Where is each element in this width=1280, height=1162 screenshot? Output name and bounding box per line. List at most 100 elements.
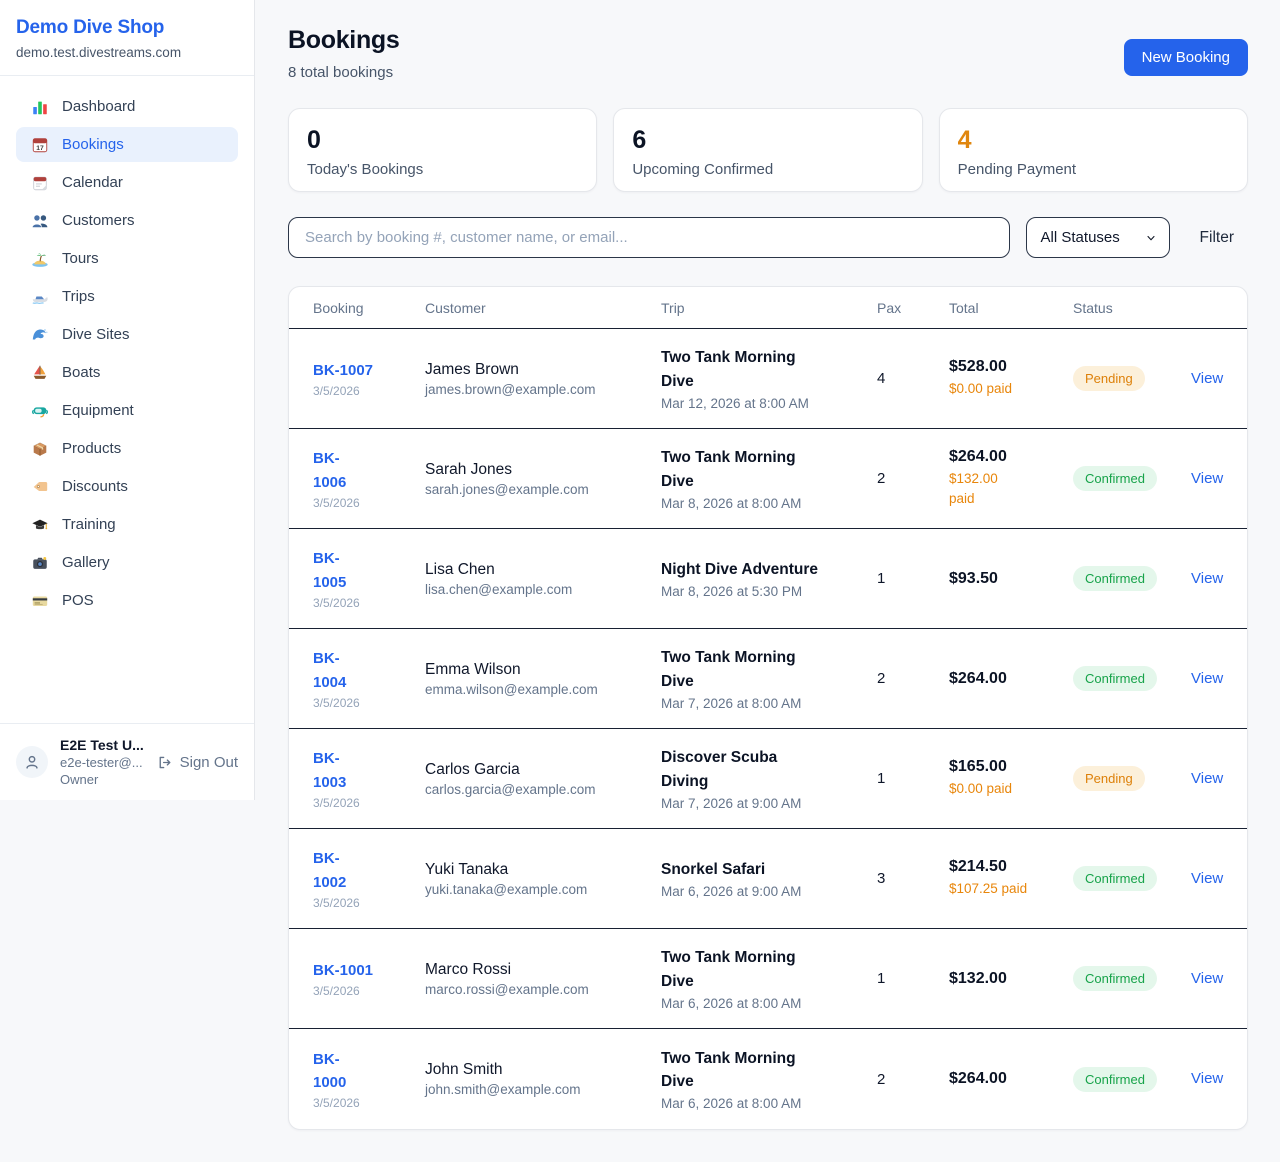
sidebar-item-gallery[interactable]: Gallery — [16, 545, 238, 580]
paid-amount: $0.00 paid — [949, 379, 1035, 399]
action-cell: View — [1191, 770, 1223, 788]
stat-label: Today's Bookings — [307, 161, 578, 178]
sidebar-item-label: Calendar — [62, 174, 123, 191]
trip-datetime: Mar 12, 2026 at 8:00 AM — [661, 396, 877, 411]
column-header-trip: Trip — [661, 300, 877, 316]
chevron-down-icon — [1145, 232, 1157, 244]
pax-cell: 3 — [877, 870, 949, 887]
search-input[interactable] — [288, 217, 1010, 258]
booking-id-link[interactable]: BK-1000 — [313, 1048, 425, 1095]
tag-icon — [30, 477, 49, 496]
total-amount: $165.00 — [949, 758, 1073, 776]
user-meta: E2E Test U... e2e-tester@... Owner — [60, 737, 144, 787]
status-badge: Confirmed — [1073, 566, 1157, 591]
customer-name: Yuki Tanaka — [425, 861, 661, 879]
page-subtitle: 8 total bookings — [288, 64, 400, 81]
sidebar-item-boats[interactable]: Boats — [16, 355, 238, 390]
sidebar-item-bookings[interactable]: 17Bookings — [16, 127, 238, 162]
status-badge: Confirmed — [1073, 466, 1157, 491]
view-link[interactable]: View — [1191, 1070, 1223, 1087]
booking-date: 3/5/2026 — [313, 496, 425, 510]
page-title: Bookings — [288, 26, 400, 55]
booking-id-link[interactable]: BK-1001 — [313, 959, 425, 982]
bar-chart-icon — [30, 97, 49, 116]
trip-name: Two Tank Morning Dive — [661, 446, 819, 493]
view-link[interactable]: View — [1191, 370, 1223, 387]
filter-row: All Statuses Filter — [288, 217, 1248, 258]
trip-cell: Two Tank Morning DiveMar 7, 2026 at 8:00… — [661, 646, 877, 711]
trip-name: Snorkel Safari — [661, 858, 819, 881]
status-select[interactable]: All Statuses — [1026, 217, 1170, 258]
sidebar-item-training[interactable]: Training — [16, 507, 238, 542]
package-icon — [30, 439, 49, 458]
booking-id-link[interactable]: BK-1004 — [313, 647, 425, 694]
table-row: BK-10013/5/2026Marco Rossimarco.rossi@ex… — [289, 929, 1247, 1029]
sidebar-item-customers[interactable]: Customers — [16, 203, 238, 238]
app-root: Demo Dive Shop demo.test.divestreams.com… — [0, 0, 1280, 1162]
pax-cell: 1 — [877, 570, 949, 587]
sidebar-item-products[interactable]: Products — [16, 431, 238, 466]
status-cell: Pending — [1073, 766, 1191, 791]
customer-cell: Yuki Tanakayuki.tanaka@example.com — [425, 861, 661, 897]
stat-value: 4 — [958, 126, 1229, 155]
sidebar-item-label: Training — [62, 516, 116, 533]
sidebar-item-equipment[interactable]: Equipment — [16, 393, 238, 428]
trip-datetime: Mar 6, 2026 at 8:00 AM — [661, 996, 877, 1011]
view-link[interactable]: View — [1191, 970, 1223, 987]
customer-name: Carlos Garcia — [425, 761, 661, 779]
booking-id-link[interactable]: BK-1002 — [313, 847, 425, 894]
paid-amount: $132.00paid — [949, 469, 1035, 508]
customer-email: james.brown@example.com — [425, 382, 661, 397]
user-section: E2E Test U... e2e-tester@... Owner Sign … — [0, 723, 254, 800]
stat-card-pending-payment: 4Pending Payment — [939, 108, 1248, 192]
booking-id-link[interactable]: BK-1007 — [313, 359, 425, 382]
people-icon — [30, 211, 49, 230]
total-cell: $214.50$107.25 paid — [949, 858, 1073, 899]
sidebar-item-calendar[interactable]: Calendar — [16, 165, 238, 200]
booking-id-link[interactable]: BK-1003 — [313, 747, 425, 794]
stat-value: 6 — [632, 126, 903, 155]
booking-id-link[interactable]: BK-1005 — [313, 547, 425, 594]
sidebar-nav: Dashboard17Bookings Calendar CustomersTour… — [0, 76, 254, 618]
customer-cell: Marco Rossimarco.rossi@example.com — [425, 961, 661, 997]
total-amount: $264.00 — [949, 670, 1073, 688]
sidebar-item-tours[interactable]: Tours — [16, 241, 238, 276]
filter-button[interactable]: Filter — [1186, 229, 1248, 247]
booking-cell: BK-10053/5/2026 — [313, 547, 425, 610]
customer-email: john.smith@example.com — [425, 1082, 661, 1097]
trip-datetime: Mar 6, 2026 at 8:00 AM — [661, 1096, 877, 1111]
view-link[interactable]: View — [1191, 470, 1223, 487]
sidebar-item-label: Boats — [62, 364, 100, 381]
booking-cell: BK-10013/5/2026 — [313, 959, 425, 998]
view-link[interactable]: View — [1191, 570, 1223, 587]
view-link[interactable]: View — [1191, 670, 1223, 687]
stat-label: Upcoming Confirmed — [632, 161, 903, 178]
sidebar-item-trips[interactable]: Trips — [16, 279, 238, 314]
booking-date: 3/5/2026 — [313, 384, 425, 398]
view-link[interactable]: View — [1191, 770, 1223, 787]
total-cell: $93.50 — [949, 570, 1073, 588]
stats-row: 0Today's Bookings6Upcoming Confirmed4Pen… — [288, 108, 1248, 192]
trip-name: Two Tank Morning Dive — [661, 1047, 819, 1094]
sidebar-item-pos[interactable]: POS — [16, 583, 238, 618]
trip-name: Discover Scuba Diving — [661, 746, 819, 793]
new-booking-button[interactable]: New Booking — [1124, 39, 1248, 76]
customer-email: carlos.garcia@example.com — [425, 782, 661, 797]
trip-cell: Two Tank Morning DiveMar 6, 2026 at 8:00… — [661, 946, 877, 1011]
sidebar-item-dashboard[interactable]: Dashboard — [16, 89, 238, 124]
total-cell: $264.00 — [949, 670, 1073, 688]
total-cell: $264.00 — [949, 1070, 1073, 1088]
booking-id-link[interactable]: BK-1006 — [313, 447, 425, 494]
status-badge: Confirmed — [1073, 666, 1157, 691]
action-cell: View — [1191, 470, 1223, 488]
sidebar-item-label: Equipment — [62, 402, 134, 419]
user-role: Owner — [60, 772, 144, 787]
booking-date: 3/5/2026 — [313, 696, 425, 710]
main-content: Bookings 8 total bookings New Booking 0T… — [256, 0, 1280, 1162]
sign-out-button[interactable]: Sign Out — [156, 754, 238, 771]
view-link[interactable]: View — [1191, 870, 1223, 887]
total-cell: $528.00$0.00 paid — [949, 358, 1073, 399]
pax-cell: 4 — [877, 370, 949, 387]
sidebar-item-dive-sites[interactable]: Dive Sites — [16, 317, 238, 352]
sidebar-item-discounts[interactable]: Discounts — [16, 469, 238, 504]
